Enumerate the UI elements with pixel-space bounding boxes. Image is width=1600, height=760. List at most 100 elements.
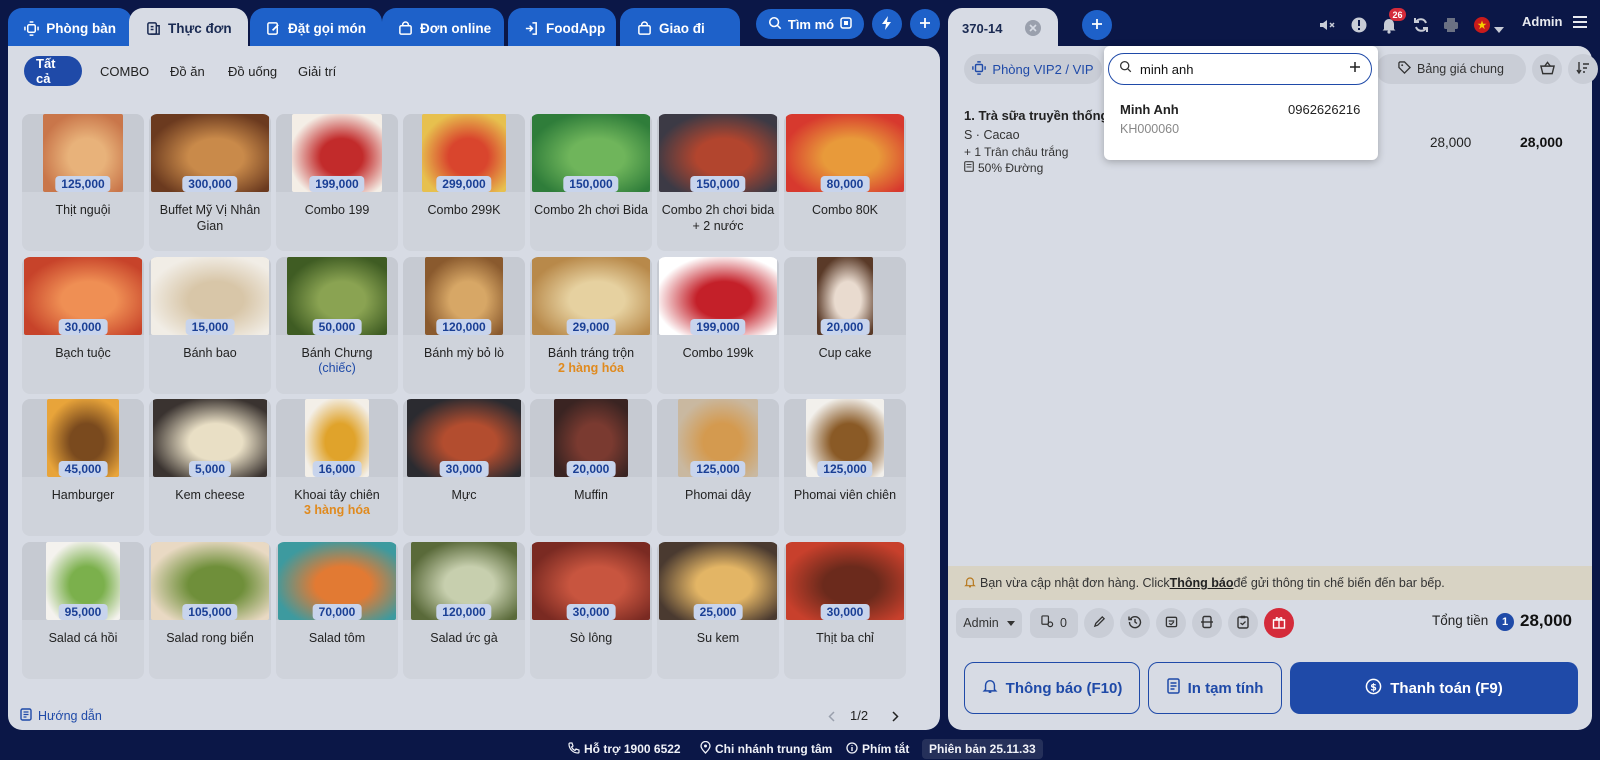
customer-result-item[interactable]: Minh Anh 0962626216 KH000060 (1104, 92, 1378, 152)
next-page-button[interactable] (888, 706, 902, 726)
product-card[interactable]: 30,000 Bạch tuộc (22, 256, 144, 394)
product-card[interactable]: 80,000 Combo 80K (784, 114, 906, 251)
product-card[interactable]: 50,000 Bánh Chưng (chiếc) (276, 256, 398, 394)
menu-panel: Tất cả COMBO Đồ ăn Đồ uống Giải trí 125,… (8, 46, 940, 730)
product-card[interactable]: 45,000 Hamburger (22, 399, 144, 536)
product-card[interactable]: 30,000 Thịt ba chỉ (784, 541, 906, 679)
note-icon (964, 161, 974, 175)
tab-phong-ban[interactable]: Phòng bàn (8, 8, 132, 48)
product-card[interactable]: 16,000 Khoai tây chiên 3 hàng hóa (276, 399, 398, 536)
vietnam-flag-icon[interactable] (1473, 16, 1491, 34)
product-price: 30,000 (439, 461, 489, 477)
product-card[interactable]: 15,000 Bánh bao (149, 256, 271, 394)
notify-button[interactable]: Thông báo (F10) (964, 662, 1140, 714)
product-card[interactable]: 20,000 Muffin (530, 399, 652, 536)
history-button[interactable] (1120, 608, 1150, 638)
order-item-title[interactable]: 1. Trà sữa truyền thống (964, 108, 1109, 123)
order-item-note[interactable]: 50% Đường (964, 161, 1043, 175)
customer-search-popup: Minh Anh 0962626216 KH000060 (1104, 46, 1378, 160)
refresh-icon[interactable] (1412, 16, 1430, 34)
tab-don-online[interactable]: Đơn online (382, 8, 504, 48)
basket-button[interactable] (1532, 54, 1562, 84)
add-order-button[interactable] (1082, 10, 1112, 40)
product-name: Cup cake (818, 345, 872, 360)
product-card[interactable]: 30,000 Mực (403, 399, 525, 536)
schedule-button[interactable] (1156, 608, 1186, 638)
product-name: Bánh Chưng (301, 345, 373, 360)
order-tab[interactable]: 370-14 (948, 8, 1058, 48)
customer-search-input[interactable] (1140, 61, 1341, 77)
chevron-down-icon[interactable] (1494, 21, 1504, 33)
flash-button[interactable] (872, 9, 902, 39)
search-menu-button[interactable]: Tìm mó (756, 9, 864, 39)
product-card[interactable]: 29,000 Bánh tráng trộn 2 hàng hóa (530, 256, 652, 394)
prev-page-button[interactable] (824, 706, 838, 726)
category-all[interactable]: Tất cả (24, 56, 82, 86)
guide-label: Hướng dẫn (38, 709, 102, 723)
product-card[interactable]: 199,000 Combo 199 (276, 114, 398, 251)
price-list-selector[interactable]: Bảng giá chung (1376, 54, 1526, 84)
product-name: Bạch tuộc (55, 345, 111, 360)
staff-label: Admin (963, 616, 999, 630)
product-card[interactable]: 120,000 Salad ức gà (403, 541, 525, 679)
product-card[interactable]: 70,000 Salad tôm (276, 541, 398, 679)
notice-text-before: Bạn vừa cập nhật đơn hàng. Click (980, 576, 1170, 590)
product-card[interactable]: 199,000 Combo 199k (657, 256, 779, 394)
total-quantity-badge: 1 (1496, 613, 1514, 631)
product-card[interactable]: 25,000 Su kem (657, 541, 779, 679)
product-price: 30,000 (58, 318, 108, 335)
product-card[interactable]: 30,000 Sò lông (530, 541, 652, 679)
product-card[interactable]: 150,000 Combo 2h chơi bida + 2 nước (657, 114, 779, 251)
product-price: 120,000 (436, 318, 492, 335)
product-name: Thịt ba chỉ (816, 630, 874, 645)
alert-icon[interactable] (1350, 16, 1368, 34)
clipboard-button[interactable] (1228, 608, 1258, 638)
tag-icon (1398, 61, 1412, 77)
product-card[interactable]: 105,000 Salad rong biển (149, 541, 271, 679)
tab-dat-goi-mon[interactable]: Đặt gọi món (250, 8, 382, 48)
category-food[interactable]: Đồ ăn (158, 56, 217, 86)
edit-button[interactable] (1084, 608, 1114, 638)
printer-icon[interactable] (1442, 16, 1460, 34)
room-selector[interactable]: Phòng VIP2 / VIP (964, 54, 1102, 84)
tab-foodapp[interactable]: FoodApp (508, 8, 616, 48)
print-draft-button[interactable]: In tạm tính (1148, 662, 1282, 714)
product-card[interactable]: 5,000 Kem cheese (149, 399, 271, 536)
gift-button[interactable] (1264, 608, 1294, 638)
category-drink[interactable]: Đồ uống (216, 56, 289, 86)
tab-giao-di[interactable]: Giao đi (620, 8, 740, 48)
category-combo[interactable]: COMBO (88, 56, 161, 86)
shortcut-link[interactable]: Phím tắt (846, 740, 909, 758)
tab-thuc-don[interactable]: Thực đơn (129, 8, 248, 48)
product-card[interactable]: 125,000 Phomai viên chiên (784, 399, 906, 536)
product-card[interactable]: 125,000 Thịt nguội (22, 114, 144, 251)
branch-selector[interactable]: Chi nhánh trung tâm (700, 740, 832, 758)
hamburger-menu-icon[interactable] (1572, 15, 1588, 29)
notice-link[interactable]: Thông báo (1170, 576, 1234, 590)
add-tab-button[interactable] (910, 9, 940, 39)
product-card[interactable]: 150,000 Combo 2h chơi Bida (530, 114, 652, 251)
svg-text:$: $ (1370, 682, 1377, 693)
product-name: Su kem (696, 630, 740, 645)
mute-icon[interactable] (1318, 16, 1336, 34)
product-card[interactable]: 120,000 Bánh mỳ bỏ lò (403, 256, 525, 394)
product-card[interactable]: 20,000 Cup cake (784, 256, 906, 394)
product-price: 125,000 (817, 461, 873, 477)
product-card[interactable]: 300,000 Buffet Mỹ Vị Nhân Gian (149, 114, 271, 251)
staff-selector[interactable]: Admin (956, 608, 1022, 638)
split-button[interactable] (1192, 608, 1222, 638)
branch-label: Chi nhánh trung tâm (715, 742, 833, 756)
user-menu[interactable]: Admin (1522, 14, 1562, 29)
product-card[interactable]: 299,000 Combo 299K (403, 114, 525, 251)
guide-link[interactable]: Hướng dẫn (20, 708, 102, 724)
close-tab-icon[interactable] (1025, 20, 1042, 36)
sort-button[interactable] (1568, 54, 1598, 84)
guest-count-button[interactable]: 0 (1030, 608, 1078, 638)
product-card[interactable]: 95,000 Salad cá hồi (22, 541, 144, 679)
add-customer-icon[interactable] (1349, 60, 1361, 78)
support-link[interactable]: Hỗ trợ 1900 6522 (568, 740, 681, 758)
product-card[interactable]: 125,000 Phomai dây (657, 399, 779, 536)
category-entertainment[interactable]: Giải trí (286, 56, 348, 86)
customer-search-box[interactable] (1108, 53, 1372, 85)
pay-button[interactable]: $ Thanh toán (F9) (1290, 662, 1578, 714)
